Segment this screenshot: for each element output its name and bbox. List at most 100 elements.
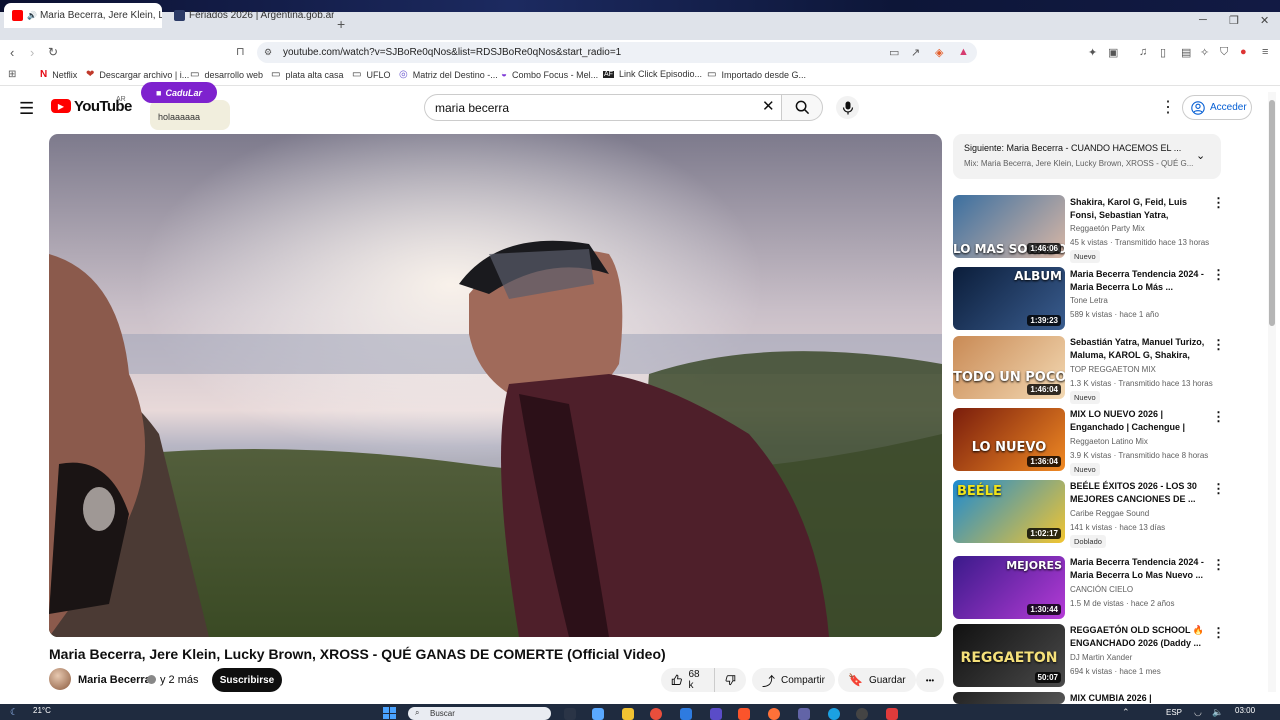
rec-thumbnail[interactable]: ALBUM 1:39:23 xyxy=(953,267,1065,330)
bookmark-uflo[interactable]: ▭ UFLO xyxy=(352,69,390,80)
media-icon[interactable]: ♫ xyxy=(1139,46,1147,58)
rec-kebab-icon[interactable]: ⋮ xyxy=(1212,195,1225,211)
rec-channel[interactable]: Reggaeton Latino Mix xyxy=(1070,437,1148,446)
rec-thumbnail[interactable] xyxy=(953,692,1065,704)
tab-feriados[interactable]: Feriados 2026 | Argentina.gob.ar ✕ xyxy=(166,3,334,28)
minimize-icon[interactable]: ─ xyxy=(1199,14,1207,26)
search-input[interactable]: maria becerra xyxy=(424,94,781,121)
discord-icon[interactable] xyxy=(710,708,722,720)
input-language[interactable]: ESP xyxy=(1166,708,1182,717)
firefox-icon[interactable] xyxy=(768,708,780,720)
rec-title[interactable]: BEÉLE ÉXITOS 2026 - LOS 30 MEJORES CANCI… xyxy=(1070,480,1208,506)
weather-icon[interactable]: ☾ xyxy=(10,707,18,718)
rec-title[interactable]: Sebastián Yatra, Manuel Turizo, Maluma, … xyxy=(1070,336,1208,362)
rec-channel[interactable]: Tone Letra xyxy=(1070,296,1108,305)
rec-channel[interactable]: TOP REGGAETON MIX xyxy=(1070,365,1156,374)
sidebar-icon[interactable]: ▯ xyxy=(1160,46,1166,59)
rec-kebab-icon[interactable]: ⋮ xyxy=(1212,409,1225,425)
queue-mix[interactable]: Mix: Maria Becerra, Jere Klein, Lucky Br… xyxy=(964,159,1193,168)
rec-thumbnail[interactable]: TODO UN POCO 1:46:04 xyxy=(953,336,1065,399)
search-button[interactable] xyxy=(781,94,823,121)
wifi-icon[interactable]: ◡ xyxy=(1194,707,1202,718)
teams-icon[interactable] xyxy=(798,708,810,720)
rec-kebab-icon[interactable]: ⋮ xyxy=(1212,557,1225,573)
save-button[interactable]: 🔖 Guardar xyxy=(838,668,916,692)
address-bar[interactable]: youtube.com/watch?v=SJBoRe0qNos&list=RDS… xyxy=(257,42,977,63)
rec-thumbnail[interactable]: REGGAETON 50:07 xyxy=(953,624,1065,687)
weather-temp[interactable]: 21°C xyxy=(33,706,51,715)
brave-rewards-icon[interactable]: ▲ xyxy=(958,46,969,58)
more-actions-button[interactable]: ••• xyxy=(916,668,944,692)
app-icon[interactable] xyxy=(828,708,840,720)
vpn-icon[interactable]: ⛉ xyxy=(1220,46,1228,59)
copilot-icon[interactable] xyxy=(592,708,604,720)
maximize-icon[interactable]: ❐ xyxy=(1229,14,1239,27)
hamburger-menu-icon[interactable]: ☰ xyxy=(19,99,34,119)
bookmark-plata[interactable]: ▭ plata alta casa xyxy=(271,69,344,80)
rec-channel[interactable]: Reggaetón Party Mix xyxy=(1070,224,1145,233)
youtube-logo-icon[interactable]: ▶ xyxy=(51,99,71,113)
bookmark-importado[interactable]: ▭ Importado desde G... xyxy=(707,69,806,80)
leo-icon[interactable]: ✧ xyxy=(1200,46,1209,59)
bookmark-netflix[interactable]: N Netflix xyxy=(40,69,77,80)
rec-thumbnail[interactable]: MEJORES 1:30:44 xyxy=(953,556,1065,619)
rec-title[interactable]: Maria Becerra Tendencia 2024 - Maria Bec… xyxy=(1070,268,1208,294)
rec-channel[interactable]: CANCIÓN CIELO xyxy=(1070,585,1133,594)
taskbar-search[interactable]: Buscar xyxy=(408,707,551,720)
chevron-down-icon[interactable]: ⌄ xyxy=(1196,149,1205,162)
rec-thumbnail[interactable]: LO NUEVO 1:36:04 xyxy=(953,408,1065,471)
sign-in-button[interactable]: Acceder xyxy=(1182,95,1252,120)
channel-avatar[interactable] xyxy=(49,668,71,690)
close-window-icon[interactable]: ✕ xyxy=(1260,14,1269,27)
share-page-icon[interactable]: ↗ xyxy=(911,46,920,59)
apps-grid-icon[interactable]: ⊞ xyxy=(8,69,16,80)
rec-thumbnail[interactable]: BEÉLE 1:02:17 xyxy=(953,480,1065,543)
rec-kebab-icon[interactable]: ⋮ xyxy=(1212,337,1225,353)
chrome-icon[interactable] xyxy=(650,708,662,720)
reload-icon[interactable]: ↻ xyxy=(48,45,58,59)
profile-icon[interactable]: ● xyxy=(1240,46,1247,58)
extension-badge[interactable]: ■ CaduLar xyxy=(141,82,217,103)
bookmark-desarrollo[interactable]: ▭ desarrollo web xyxy=(190,69,263,80)
rec-thumbnail[interactable]: LO MAS SONADO 1:46:06 xyxy=(953,195,1065,258)
rec-title[interactable]: MIX CUMBIA 2026 | xyxy=(1070,692,1208,704)
dislike-button[interactable] xyxy=(714,668,746,692)
channel-name[interactable]: Maria Becerra xyxy=(78,674,151,686)
forward-icon[interactable]: › xyxy=(30,45,34,60)
bookmark-combo[interactable]: ◒ Combo Focus - Mel... xyxy=(501,69,598,80)
rec-title[interactable]: Shakira, Karol G, Feid, Luis Fonsi, Seba… xyxy=(1070,196,1208,222)
bookmark-linkclick[interactable]: AF Link Click Episodio... xyxy=(603,69,702,79)
task-view-icon[interactable] xyxy=(564,708,576,720)
rec-kebab-icon[interactable]: ⋮ xyxy=(1212,267,1225,283)
volume-icon[interactable]: 🔈 xyxy=(1212,707,1223,718)
back-icon[interactable]: ‹ xyxy=(10,45,14,60)
scrollbar-thumb[interactable] xyxy=(1269,100,1275,326)
video-player[interactable] xyxy=(49,134,942,637)
extensions-icon[interactable]: ✦ xyxy=(1088,46,1097,59)
clear-search-icon[interactable]: ✕ xyxy=(762,97,775,115)
brave-shields-icon[interactable]: ◈ xyxy=(935,46,943,59)
queue-next[interactable]: Siguiente: Maria Becerra - CUANDO HACEMO… xyxy=(964,143,1181,153)
menu-icon[interactable]: ≡ xyxy=(1262,46,1268,58)
brave-icon[interactable] xyxy=(738,708,750,720)
windows-start-icon[interactable] xyxy=(383,707,396,719)
url-text[interactable]: youtube.com/watch?v=SJBoRe0qNos&list=RDS… xyxy=(283,47,621,58)
wallet-icon[interactable]: ▤ xyxy=(1181,46,1191,59)
rec-title[interactable]: Maria Becerra Tendencia 2024 - Maria Bec… xyxy=(1070,556,1208,582)
voice-search-button[interactable] xyxy=(836,96,859,119)
like-button[interactable]: 68 k xyxy=(661,668,714,692)
app-icon[interactable] xyxy=(886,708,898,720)
rec-title[interactable]: REGGAETÓN OLD SCHOOL 🔥 ENGANCHADO 2026 (… xyxy=(1070,624,1208,650)
github-icon[interactable] xyxy=(856,708,868,720)
bookmark-matriz[interactable]: ◎ Matriz del Destino -... xyxy=(399,69,498,80)
rec-title[interactable]: MIX LO NUEVO 2026 | Enganchado | Cacheng… xyxy=(1070,408,1208,434)
settings-kebab-icon[interactable]: ⋮ xyxy=(1160,97,1176,117)
share-button[interactable]: ⤴ Compartir xyxy=(752,668,835,692)
notification-icon[interactable]: ⌃ xyxy=(1122,707,1130,718)
site-info-icon[interactable]: ⚙ xyxy=(264,47,272,58)
rec-kebab-icon[interactable]: ⋮ xyxy=(1212,481,1225,497)
bookmark-descargar[interactable]: ❤ Descargar archivo | i... xyxy=(86,69,189,80)
bookmark-page-icon[interactable]: ⊓ xyxy=(236,45,245,58)
channel-extra[interactable]: y 2 más xyxy=(160,674,199,686)
translate-icon[interactable]: ▣ xyxy=(1108,46,1118,59)
